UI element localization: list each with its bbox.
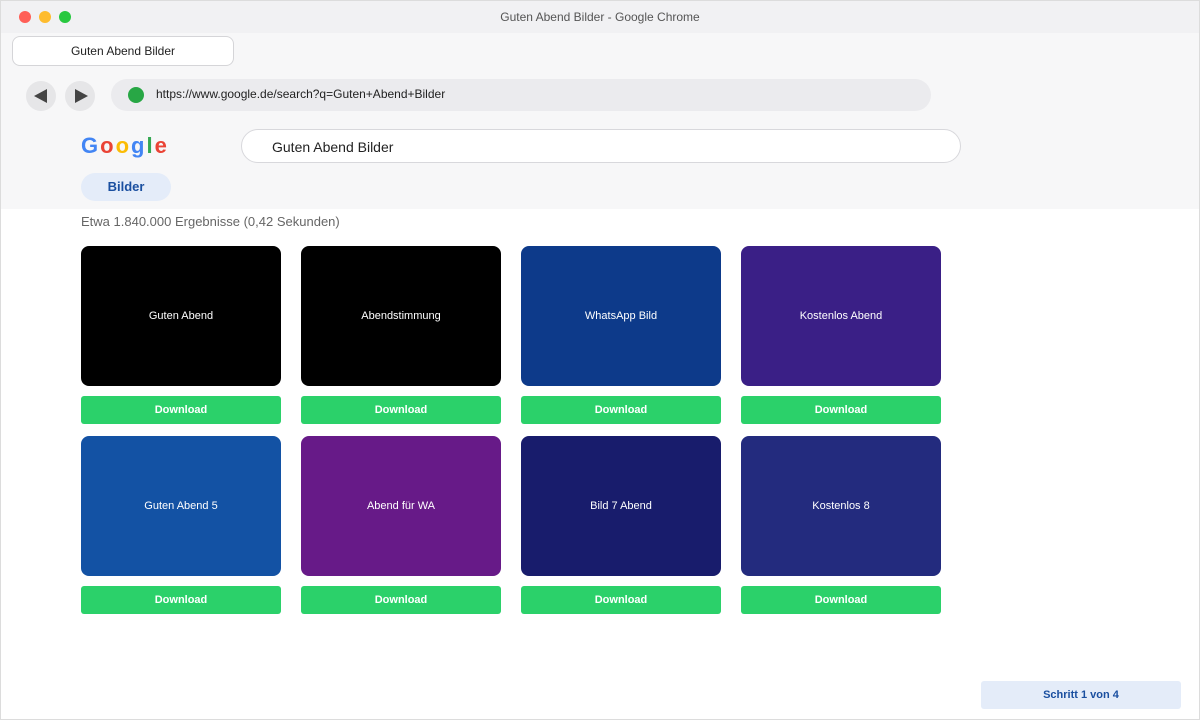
image-result: Abend für WA Download bbox=[301, 436, 501, 614]
download-button[interactable]: Download bbox=[301, 586, 501, 614]
download-button[interactable]: Download bbox=[81, 396, 281, 424]
image-result: Guten Abend Download bbox=[81, 246, 281, 424]
search-input[interactable]: Guten Abend Bilder bbox=[272, 139, 393, 155]
address-bar[interactable]: https://www.google.de/search?q=Guten+Abe… bbox=[111, 79, 931, 111]
forward-button[interactable] bbox=[65, 81, 95, 111]
image-thumbnail[interactable]: Kostenlos 8 bbox=[741, 436, 941, 576]
image-thumbnail[interactable]: WhatsApp Bild bbox=[521, 246, 721, 386]
image-thumbnail[interactable]: Guten Abend bbox=[81, 246, 281, 386]
image-thumbnail[interactable]: Kostenlos Abend bbox=[741, 246, 941, 386]
image-result: Abendstimmung Download bbox=[301, 246, 501, 424]
window-title: Guten Abend Bilder - Google Chrome bbox=[500, 10, 700, 24]
title-bar: Guten Abend Bilder - Google Chrome bbox=[1, 1, 1199, 33]
download-button[interactable]: Download bbox=[521, 396, 721, 424]
download-button[interactable]: Download bbox=[301, 396, 501, 424]
image-caption: Kostenlos Abend bbox=[799, 310, 883, 322]
back-arrow-icon bbox=[33, 89, 47, 103]
browser-tab[interactable]: Guten Abend Bilder bbox=[12, 36, 234, 66]
result-stats: Etwa 1.840.000 Ergebnisse (0,42 Sekunden… bbox=[81, 214, 340, 229]
step-indicator: Schritt 1 von 4 bbox=[981, 681, 1181, 709]
download-button[interactable]: Download bbox=[81, 586, 281, 614]
search-box[interactable]: Guten Abend Bilder bbox=[241, 129, 961, 163]
image-thumbnail[interactable]: Bild 7 Abend bbox=[521, 436, 721, 576]
back-button[interactable] bbox=[26, 81, 56, 111]
browser-window: Guten Abend Bilder - Google Chrome Guten… bbox=[0, 0, 1200, 720]
image-result: Kostenlos 8 Download bbox=[741, 436, 941, 614]
download-button[interactable]: Download bbox=[741, 396, 941, 424]
address-url[interactable]: https://www.google.de/search?q=Guten+Abe… bbox=[156, 87, 445, 101]
tab-strip: Guten Abend Bilder bbox=[1, 33, 1199, 69]
download-button[interactable]: Download bbox=[521, 586, 721, 614]
tab-images[interactable]: Bilder bbox=[81, 173, 171, 201]
image-thumbnail[interactable]: Abend für WA bbox=[301, 436, 501, 576]
image-thumbnail[interactable]: Abendstimmung bbox=[301, 246, 501, 386]
image-caption: WhatsApp Bild bbox=[584, 310, 658, 322]
page-header: https://www.google.de/search?q=Guten+Abe… bbox=[1, 69, 1199, 209]
google-logo[interactable]: Google bbox=[81, 133, 169, 159]
image-caption: Kostenlos 8 bbox=[812, 500, 870, 512]
download-button[interactable]: Download bbox=[741, 586, 941, 614]
image-caption: Abend für WA bbox=[366, 500, 436, 512]
image-result: WhatsApp Bild Download bbox=[521, 246, 721, 424]
secure-indicator-icon bbox=[128, 87, 144, 103]
image-result: Kostenlos Abend Download bbox=[741, 246, 941, 424]
image-caption: Bild 7 Abend bbox=[590, 500, 652, 512]
image-result: Bild 7 Abend Download bbox=[521, 436, 721, 614]
image-caption: Guten Abend 5 bbox=[144, 500, 218, 512]
image-result: Guten Abend 5 Download bbox=[81, 436, 281, 614]
image-thumbnail[interactable]: Guten Abend 5 bbox=[81, 436, 281, 576]
image-caption: Abendstimmung bbox=[361, 310, 441, 322]
image-caption: Guten Abend bbox=[148, 310, 214, 322]
forward-arrow-icon bbox=[75, 89, 88, 103]
